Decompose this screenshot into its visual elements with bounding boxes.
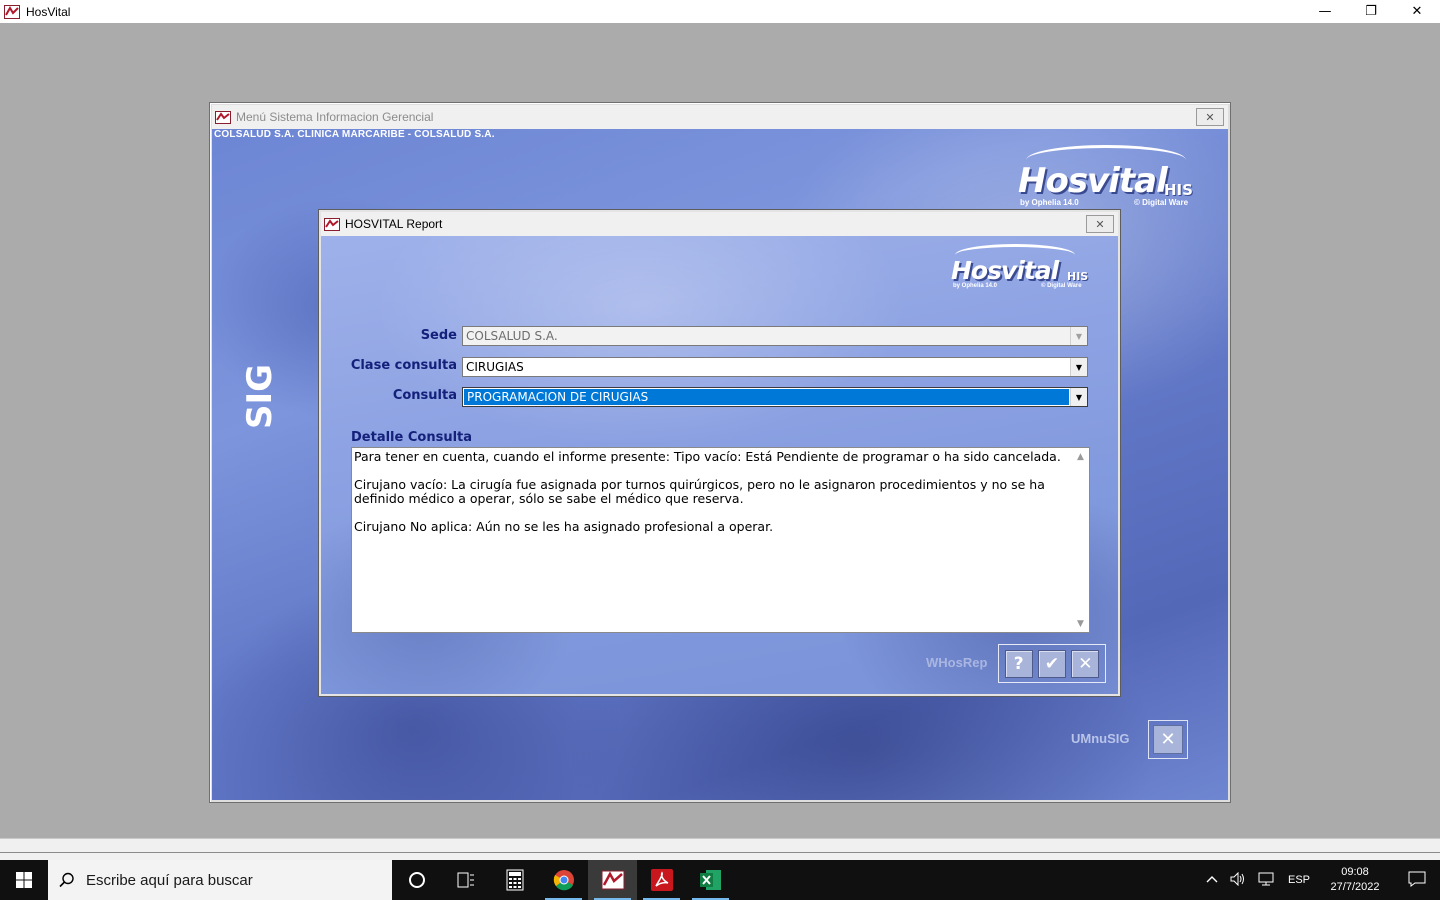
window-controls: — ❐ ✕ <box>1302 0 1440 23</box>
close-button[interactable]: ✕ <box>1394 0 1440 23</box>
consulta-value: PROGRAMACION DE CIRUGIAS <box>464 389 1069 405</box>
cortana-icon[interactable] <box>392 860 441 900</box>
report-dialog-title: HOSVITAL Report <box>345 217 443 231</box>
hosvital-taskbar-icon[interactable] <box>588 860 637 900</box>
hosvital-icon <box>215 110 231 124</box>
chevron-down-icon: ▼ <box>1070 358 1087 376</box>
chevron-up-icon[interactable] <box>1200 874 1224 886</box>
taskbar: Escribe aquí para buscar ESP 09:08 27/7/… <box>0 860 1440 900</box>
form-name-umnusig: UMnuSIG <box>1071 731 1130 746</box>
network-icon[interactable] <box>1252 872 1282 889</box>
start-button[interactable] <box>0 860 48 900</box>
sig-exit-button[interactable]: ✕ <box>1148 720 1188 759</box>
consulta-select[interactable]: PROGRAMACION DE CIRUGIAS ▼ <box>462 387 1088 407</box>
app-title: HosVital <box>26 4 71 19</box>
clase-consulta-label: Clase consulta <box>350 358 457 373</box>
sig-window-title: Menú Sistema Informacion Gerencial <box>236 110 434 124</box>
close-icon: ✕ <box>1153 725 1183 754</box>
detalle-consulta-text: Para tener en cuenta, cuando el informe … <box>354 450 1072 548</box>
clase-consulta-value: CIRUGIAS <box>466 360 524 374</box>
clock[interactable]: 09:08 27/7/2022 <box>1316 865 1394 895</box>
clase-consulta-select[interactable]: CIRUGIAS ▼ <box>462 357 1088 377</box>
detail-paragraph: Cirujano No aplica: Aún no se les ha asi… <box>354 519 774 534</box>
detail-scrollbar[interactable]: ▲ ▼ <box>1072 448 1089 632</box>
volume-icon[interactable] <box>1224 871 1252 889</box>
detalle-consulta-label: Detalle Consulta <box>351 430 473 445</box>
report-dialog-close-button[interactable]: ✕ <box>1086 215 1114 233</box>
accept-button[interactable]: ✔ <box>1037 649 1066 678</box>
form-name-whosrep: WHosRep <box>926 655 988 670</box>
report-dialog: HOSVITAL Report ✕ Hosvital HIS by Opheli… <box>318 209 1121 697</box>
hosvital-icon <box>324 217 340 231</box>
windows-icon <box>16 872 32 888</box>
sig-vertical-label: SIG <box>240 363 280 429</box>
status-strip <box>0 838 1440 860</box>
sede-select[interactable]: COLSALUD S.A. ▼ <box>462 326 1088 346</box>
scroll-down-icon[interactable]: ▼ <box>1072 615 1089 632</box>
clock-time: 09:08 <box>1341 866 1369 878</box>
sede-label: Sede <box>420 328 457 343</box>
language-indicator[interactable]: ESP <box>1282 874 1316 886</box>
restore-button[interactable]: ❐ <box>1348 0 1394 23</box>
chevron-down-icon: ▼ <box>1070 388 1087 406</box>
app-titlebar: HosVital — ❐ ✕ <box>0 0 1440 23</box>
hosvital-logo: Hosvital HIS by Ophelia 14.0 © Digital W… <box>1016 141 1206 211</box>
excel-icon[interactable] <box>686 860 735 900</box>
detalle-consulta-textarea[interactable]: Para tener en cuenta, cuando el informe … <box>351 447 1090 633</box>
sig-window-close-button[interactable]: ✕ <box>1196 108 1224 126</box>
hosvital-logo-small: Hosvital HIS by Ophelia 14.0 © Digital W… <box>949 242 1099 292</box>
scroll-up-icon[interactable]: ▲ <box>1072 448 1089 465</box>
chevron-down-icon: ▼ <box>1070 327 1087 345</box>
cancel-button[interactable]: ✕ <box>1071 649 1100 678</box>
search-placeholder: Escribe aquí para buscar <box>86 871 253 889</box>
chrome-icon[interactable] <box>539 860 588 900</box>
hosvital-app-icon <box>4 4 20 19</box>
detail-paragraph: Cirujano vacío: La cirugía fue asignada … <box>354 477 1045 506</box>
task-view-icon[interactable] <box>441 860 490 900</box>
help-button[interactable]: ? <box>1004 649 1033 678</box>
taskbar-search[interactable]: Escribe aquí para buscar <box>48 860 392 900</box>
system-tray: ESP 09:08 27/7/2022 <box>1200 860 1440 900</box>
sig-window-titlebar[interactable]: Menú Sistema Informacion Gerencial ✕ <box>212 105 1228 129</box>
calculator-icon[interactable] <box>490 860 539 900</box>
report-dialog-titlebar[interactable]: HOSVITAL Report ✕ <box>321 212 1118 236</box>
minimize-button[interactable]: — <box>1302 0 1348 23</box>
sede-value: COLSALUD S.A. <box>466 329 558 343</box>
company-name: COLSALUD S.A. CLINICA MARCARIBE - COLSAL… <box>214 129 495 140</box>
consulta-label: Consulta <box>392 388 457 403</box>
clock-date: 27/7/2022 <box>1330 881 1380 893</box>
acrobat-icon[interactable] <box>637 860 686 900</box>
search-icon <box>48 872 86 888</box>
notifications-icon[interactable] <box>1394 871 1440 890</box>
detail-paragraph: Para tener en cuenta, cuando el informe … <box>354 449 1061 464</box>
report-dialog-background: Hosvital HIS by Ophelia 14.0 © Digital W… <box>321 236 1118 694</box>
dialog-button-group: ? ✔ ✕ <box>998 644 1106 683</box>
